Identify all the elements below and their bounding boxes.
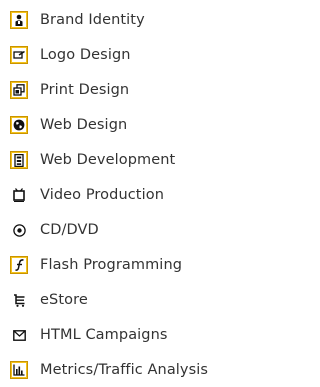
menu-item-label: CD/DVD bbox=[40, 222, 99, 238]
menu-item-label: Print Design bbox=[40, 82, 130, 98]
server-icon bbox=[10, 151, 28, 169]
envelope-icon bbox=[10, 326, 28, 344]
menu-item-cd-dvd[interactable]: CD/DVD bbox=[0, 215, 249, 245]
menu-item-metrics-traffic-analysis[interactable]: Metrics/Traffic Analysis bbox=[0, 355, 249, 385]
menu-item-label: Video Production bbox=[40, 187, 164, 203]
menu-item-label: Web Development bbox=[40, 152, 176, 168]
menu-item-logo-design[interactable]: Logo Design bbox=[0, 40, 249, 70]
menu-item-flash-programming[interactable]: Flash Programming bbox=[0, 250, 249, 280]
menu-item-estore[interactable]: eStore bbox=[0, 285, 249, 315]
menu-item-web-design[interactable]: Web Design bbox=[0, 110, 249, 140]
menu-item-label: Logo Design bbox=[40, 47, 131, 63]
person-id-icon bbox=[10, 11, 28, 29]
menu-item-print-design[interactable]: Print Design bbox=[0, 75, 249, 105]
globe-icon bbox=[10, 116, 28, 134]
menu-item-web-development[interactable]: Web Development bbox=[0, 145, 249, 175]
print-pages-icon bbox=[10, 81, 28, 99]
disc-icon bbox=[10, 221, 28, 239]
menu-item-html-campaigns[interactable]: HTML Campaigns bbox=[0, 320, 249, 350]
flash-icon bbox=[10, 256, 28, 274]
menu-item-video-production[interactable]: Video Production bbox=[0, 180, 249, 210]
menu-item-label: Flash Programming bbox=[40, 257, 183, 273]
menu-item-label: Brand Identity bbox=[40, 12, 145, 28]
logo-design-icon bbox=[10, 46, 28, 64]
video-camera-icon bbox=[10, 186, 28, 204]
menu-item-label: Web Design bbox=[40, 117, 128, 133]
menu-item-label: eStore bbox=[40, 292, 88, 308]
cart-icon bbox=[10, 291, 28, 309]
bar-chart-icon bbox=[10, 361, 28, 379]
menu-item-label: HTML Campaigns bbox=[40, 327, 168, 343]
services-menu: Brand Identity Logo Design Print Design bbox=[0, 0, 249, 387]
menu-item-brand-identity[interactable]: Brand Identity bbox=[0, 5, 249, 35]
menu-item-label: Metrics/Traffic Analysis bbox=[40, 362, 209, 378]
